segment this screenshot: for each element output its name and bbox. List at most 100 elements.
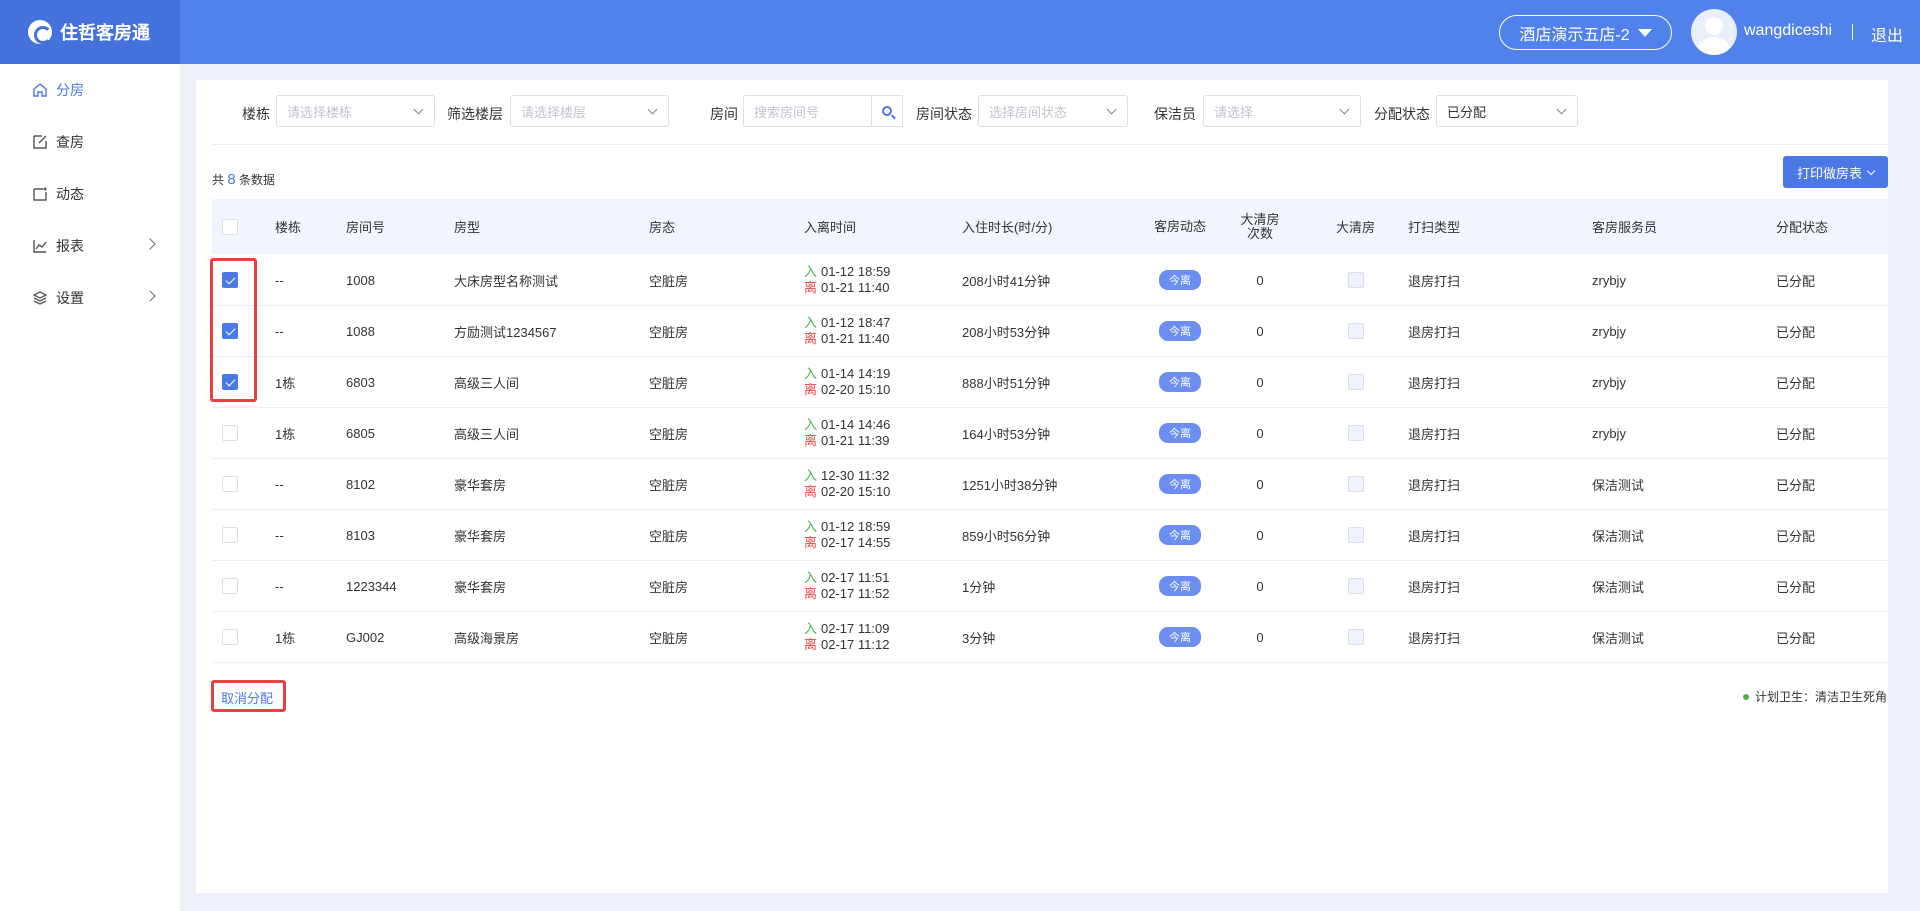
- in-tag: 入: [804, 468, 818, 483]
- select-all-cell[interactable]: [222, 199, 238, 254]
- table-row[interactable]: -- 8103 豪华套房 空脏房 入 01-12 18:59 离 02-17 14:55 859…: [212, 510, 1888, 561]
- col-room-dynamic: 客房动态: [1153, 218, 1206, 234]
- checkout-line: 离 02-17 14:55: [804, 535, 890, 551]
- col-building: 楼栋: [275, 220, 302, 235]
- table-row[interactable]: -- 8102 豪华套房 空脏房 入 12-30 11:32 离 02-20 15:10 125…: [212, 459, 1888, 510]
- col-deep-clean: 大清房: [1336, 220, 1376, 235]
- avatar[interactable]: [1691, 9, 1737, 55]
- select-all-checkbox[interactable]: [222, 218, 238, 235]
- sidebar-item-inspect-room[interactable]: 查房: [0, 116, 180, 168]
- cell-deep-clean: [1348, 510, 1364, 560]
- out-tag: 离: [804, 280, 818, 295]
- cell-room-dynamic: 今离: [1144, 510, 1216, 560]
- row-checkbox-cell[interactable]: [222, 408, 238, 458]
- cell-room-dynamic: 今离: [1144, 255, 1216, 305]
- room-status-select[interactable]: 选择房间状态: [978, 95, 1128, 127]
- cell-stay-duration: 859小时56分钟: [962, 528, 1051, 544]
- out-tag: 离: [804, 586, 818, 601]
- row-checkbox[interactable]: [222, 527, 238, 543]
- chevron-down-icon: [1866, 166, 1876, 175]
- cell-assign-status: 已分配: [1776, 630, 1816, 646]
- row-checkbox-cell[interactable]: [222, 459, 238, 509]
- row-checkbox-cell[interactable]: [222, 561, 238, 611]
- building-select[interactable]: 请选择楼栋: [276, 95, 435, 127]
- cell-deep-clean: [1348, 357, 1364, 407]
- cell-assign-status: 已分配: [1776, 528, 1816, 544]
- sidebar-item-reports[interactable]: 报表: [0, 220, 180, 272]
- cleaner-select[interactable]: 请选择: [1203, 95, 1361, 127]
- row-checkbox[interactable]: [222, 476, 238, 492]
- cell-checkin-time: 入 02-17 11:51 离 02-17 11:52: [804, 561, 889, 611]
- cell-deep-clean: [1348, 459, 1364, 509]
- sidebar-item-label: 设置: [56, 290, 84, 306]
- username[interactable]: wangdiceshi: [1744, 22, 1832, 40]
- cell-deep-clean-count: 0: [1256, 629, 1264, 645]
- app-logo[interactable]: 住哲客房通: [0, 0, 180, 64]
- sidebar-item-assign-room[interactable]: 分房: [0, 64, 180, 116]
- checkin-line: 入 12-30 11:32: [804, 468, 889, 484]
- cell-room-no: 8103: [346, 527, 375, 543]
- table-row[interactable]: 1栋 GJ002 高级海景房 空脏房 入 02-17 11:09 离 02-17 11:12 3…: [212, 612, 1888, 663]
- row-checkbox-cell[interactable]: [222, 612, 238, 662]
- cell-deep-clean-count: 0: [1256, 323, 1264, 339]
- print-room-sheet-button[interactable]: 打印做房表: [1783, 156, 1888, 188]
- checkin-line: 入 01-12 18:59: [804, 264, 890, 280]
- row-checkbox[interactable]: [222, 578, 238, 594]
- checkout-line: 离 02-20 15:10: [804, 484, 890, 500]
- hotel-name: 酒店演示五店-2: [1519, 26, 1630, 44]
- row-checkbox[interactable]: [222, 425, 238, 441]
- cell-attendant: zrybjy: [1592, 374, 1626, 390]
- cell-building: 1栋: [275, 375, 296, 391]
- status-badge: 今离: [1159, 525, 1201, 545]
- col-room-state: 房态: [649, 220, 676, 235]
- room-search-placeholder: 搜索房间号: [754, 104, 820, 120]
- cancel-assign-button[interactable]: 取消分配: [221, 688, 273, 707]
- table-header: 楼栋 房间号 房型 房态 入离时间 入住时长(时/分) 客房动态 大清房次数 大…: [212, 199, 1888, 254]
- record-count-prefix: 共: [212, 173, 225, 187]
- cell-building: --: [275, 476, 284, 492]
- hotel-selector[interactable]: 酒店演示五店-2: [1499, 15, 1672, 50]
- cell-checkin-time: 入 02-17 11:09 离 02-17 11:12: [804, 612, 889, 662]
- in-tag: 入: [804, 417, 818, 432]
- cell-room-type: 高级三人间: [454, 375, 520, 391]
- cell-room-no: 1088: [346, 323, 375, 339]
- assign-status-value: 已分配: [1447, 104, 1487, 120]
- in-time: 01-12 18:59: [821, 519, 891, 534]
- table-row[interactable]: 1栋 6805 高级三人间 空脏房 入 01-14 14:46 离 01-21 11:39 16…: [212, 408, 1888, 459]
- out-time: 02-17 11:52: [821, 586, 890, 601]
- cell-room-dynamic: 今离: [1144, 561, 1216, 611]
- out-tag: 离: [804, 382, 818, 397]
- table-row[interactable]: 1栋 6803 高级三人间 空脏房 入 01-14 14:19 离 02-20 15:10 88…: [212, 357, 1888, 408]
- checkout-line: 离 01-21 11:39: [804, 433, 889, 449]
- table-row[interactable]: -- 1008 大床房型名称测试 空脏房 入 01-12 18:59 离 01-21 11:4…: [212, 255, 1888, 306]
- cell-checkin-time: 入 01-14 14:46 离 01-21 11:39: [804, 408, 890, 458]
- out-time: 02-17 14:55: [821, 535, 891, 550]
- table-row[interactable]: -- 1223344 豪华套房 空脏房 入 02-17 11:51 离 02-17 11:52…: [212, 561, 1888, 612]
- deep-clean-checkbox: [1348, 476, 1364, 492]
- selected-checkboxes-highlight: [210, 258, 257, 402]
- cell-attendant: zrybjy: [1592, 323, 1626, 339]
- room-search-input[interactable]: 搜索房间号: [743, 95, 872, 127]
- col-deep-clean-count: 大清房次数: [1240, 211, 1280, 241]
- floor-select[interactable]: 请选择楼层: [510, 95, 669, 127]
- row-checkbox-cell[interactable]: [222, 510, 238, 560]
- search-button[interactable]: [871, 95, 903, 127]
- row-checkbox[interactable]: [222, 629, 238, 645]
- sidebar-item-settings[interactable]: 设置: [0, 272, 180, 324]
- cell-checkin-time: 入 01-12 18:59 离 01-21 11:40: [804, 255, 890, 305]
- cell-stay-duration: 164小时53分钟: [962, 426, 1051, 442]
- assign-status-select[interactable]: 已分配: [1436, 95, 1578, 127]
- col-room-type: 房型: [454, 220, 481, 235]
- deep-clean-checkbox: [1348, 578, 1364, 594]
- table-row[interactable]: -- 1088 方励测试1234567 空脏房 入 01-12 18:47 离 01-21 1…: [212, 306, 1888, 357]
- cell-stay-duration: 3分钟: [962, 630, 996, 646]
- cell-building: --: [275, 272, 284, 288]
- cell-building: 1栋: [275, 630, 296, 646]
- out-time: 01-21 11:40: [821, 331, 890, 346]
- in-time: 01-14 14:46: [821, 417, 891, 432]
- in-tag: 入: [804, 621, 818, 636]
- cell-room-dynamic: 今离: [1144, 357, 1216, 407]
- logout-link[interactable]: 退出: [1871, 22, 1903, 46]
- col-assign-status: 分配状态: [1776, 220, 1829, 235]
- sidebar-item-activity[interactable]: 动态: [0, 168, 180, 220]
